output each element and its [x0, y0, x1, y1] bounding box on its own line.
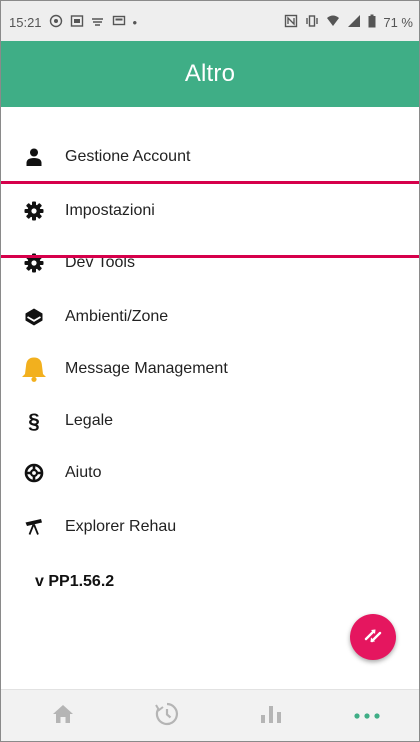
swap-fab-button[interactable] [350, 614, 396, 660]
menu-item-label: Ambienti/Zone [65, 308, 169, 325]
battery-percent: 71 % [383, 14, 413, 30]
menu-item-legale[interactable]: § Legale [1, 399, 419, 443]
page-title: Altro [184, 60, 236, 87]
menu-item-label: Aiuto [65, 464, 102, 481]
menu-item-explorer-rehau[interactable]: Explorer Rehau [1, 505, 419, 549]
nfc-icon [284, 14, 298, 30]
status-bar: 15:21 • 71 % [1, 1, 419, 41]
cube-icon [21, 304, 47, 330]
bell-icon [19, 354, 49, 384]
history-icon [154, 701, 180, 732]
status-left: 15:21 • [9, 14, 137, 30]
nav-history[interactable] [115, 690, 219, 741]
home-icon [51, 703, 75, 730]
nav-chart[interactable] [219, 690, 323, 741]
dot-icon: • [132, 14, 138, 30]
more-icon [353, 707, 381, 725]
menu-item-ambienti-zone[interactable]: Ambienti/Zone [1, 295, 419, 339]
menu-item-label: Impostazioni [65, 202, 155, 219]
menu-item-label: Gestione Account [65, 148, 191, 165]
menu-item-message-management[interactable]: Message Management [1, 347, 419, 391]
battery-icon [368, 14, 376, 30]
lifebuoy-icon [21, 460, 47, 486]
telescope-icon [21, 514, 47, 540]
menu-item-label: Explorer Rehau [65, 518, 177, 535]
menu-item-impostazioni[interactable]: Impostazioni [1, 189, 419, 233]
vibrate-icon [305, 14, 319, 30]
annotation-line-bottom [1, 255, 419, 258]
menu-item-dev-tools[interactable]: Dev Tools [1, 241, 419, 285]
wifi-icon [91, 14, 105, 30]
cell-signal-icon [347, 14, 361, 30]
gallery-icon [70, 14, 84, 30]
menu-item-aiuto[interactable]: Aiuto [1, 451, 419, 495]
app-frame: 15:21 • 71 % Altro Gestione Account Impo… [0, 0, 420, 742]
gear-icon [21, 250, 47, 276]
section-icon: § [28, 409, 40, 433]
chart-icon [259, 703, 283, 730]
menu-item-label: Legale [65, 412, 114, 429]
screen-icon [112, 14, 126, 30]
whatsapp-icon [49, 14, 63, 30]
status-right: 71 % [284, 14, 413, 30]
swap-arrows-icon [362, 624, 384, 651]
menu-item-label: Message Management [65, 360, 228, 377]
status-time: 15:21 [9, 14, 42, 30]
wifi-signal-icon [326, 14, 340, 30]
menu-item-gestione-account[interactable]: Gestione Account [1, 135, 419, 179]
gear-icon [21, 198, 47, 224]
nav-more[interactable] [315, 690, 419, 741]
bottom-nav [1, 689, 419, 741]
app-bar: Altro [1, 41, 419, 107]
nav-home[interactable] [11, 690, 115, 741]
app-version: v PP1.56.2 [35, 573, 115, 590]
person-icon [21, 144, 47, 170]
annotation-line-top [1, 181, 419, 184]
